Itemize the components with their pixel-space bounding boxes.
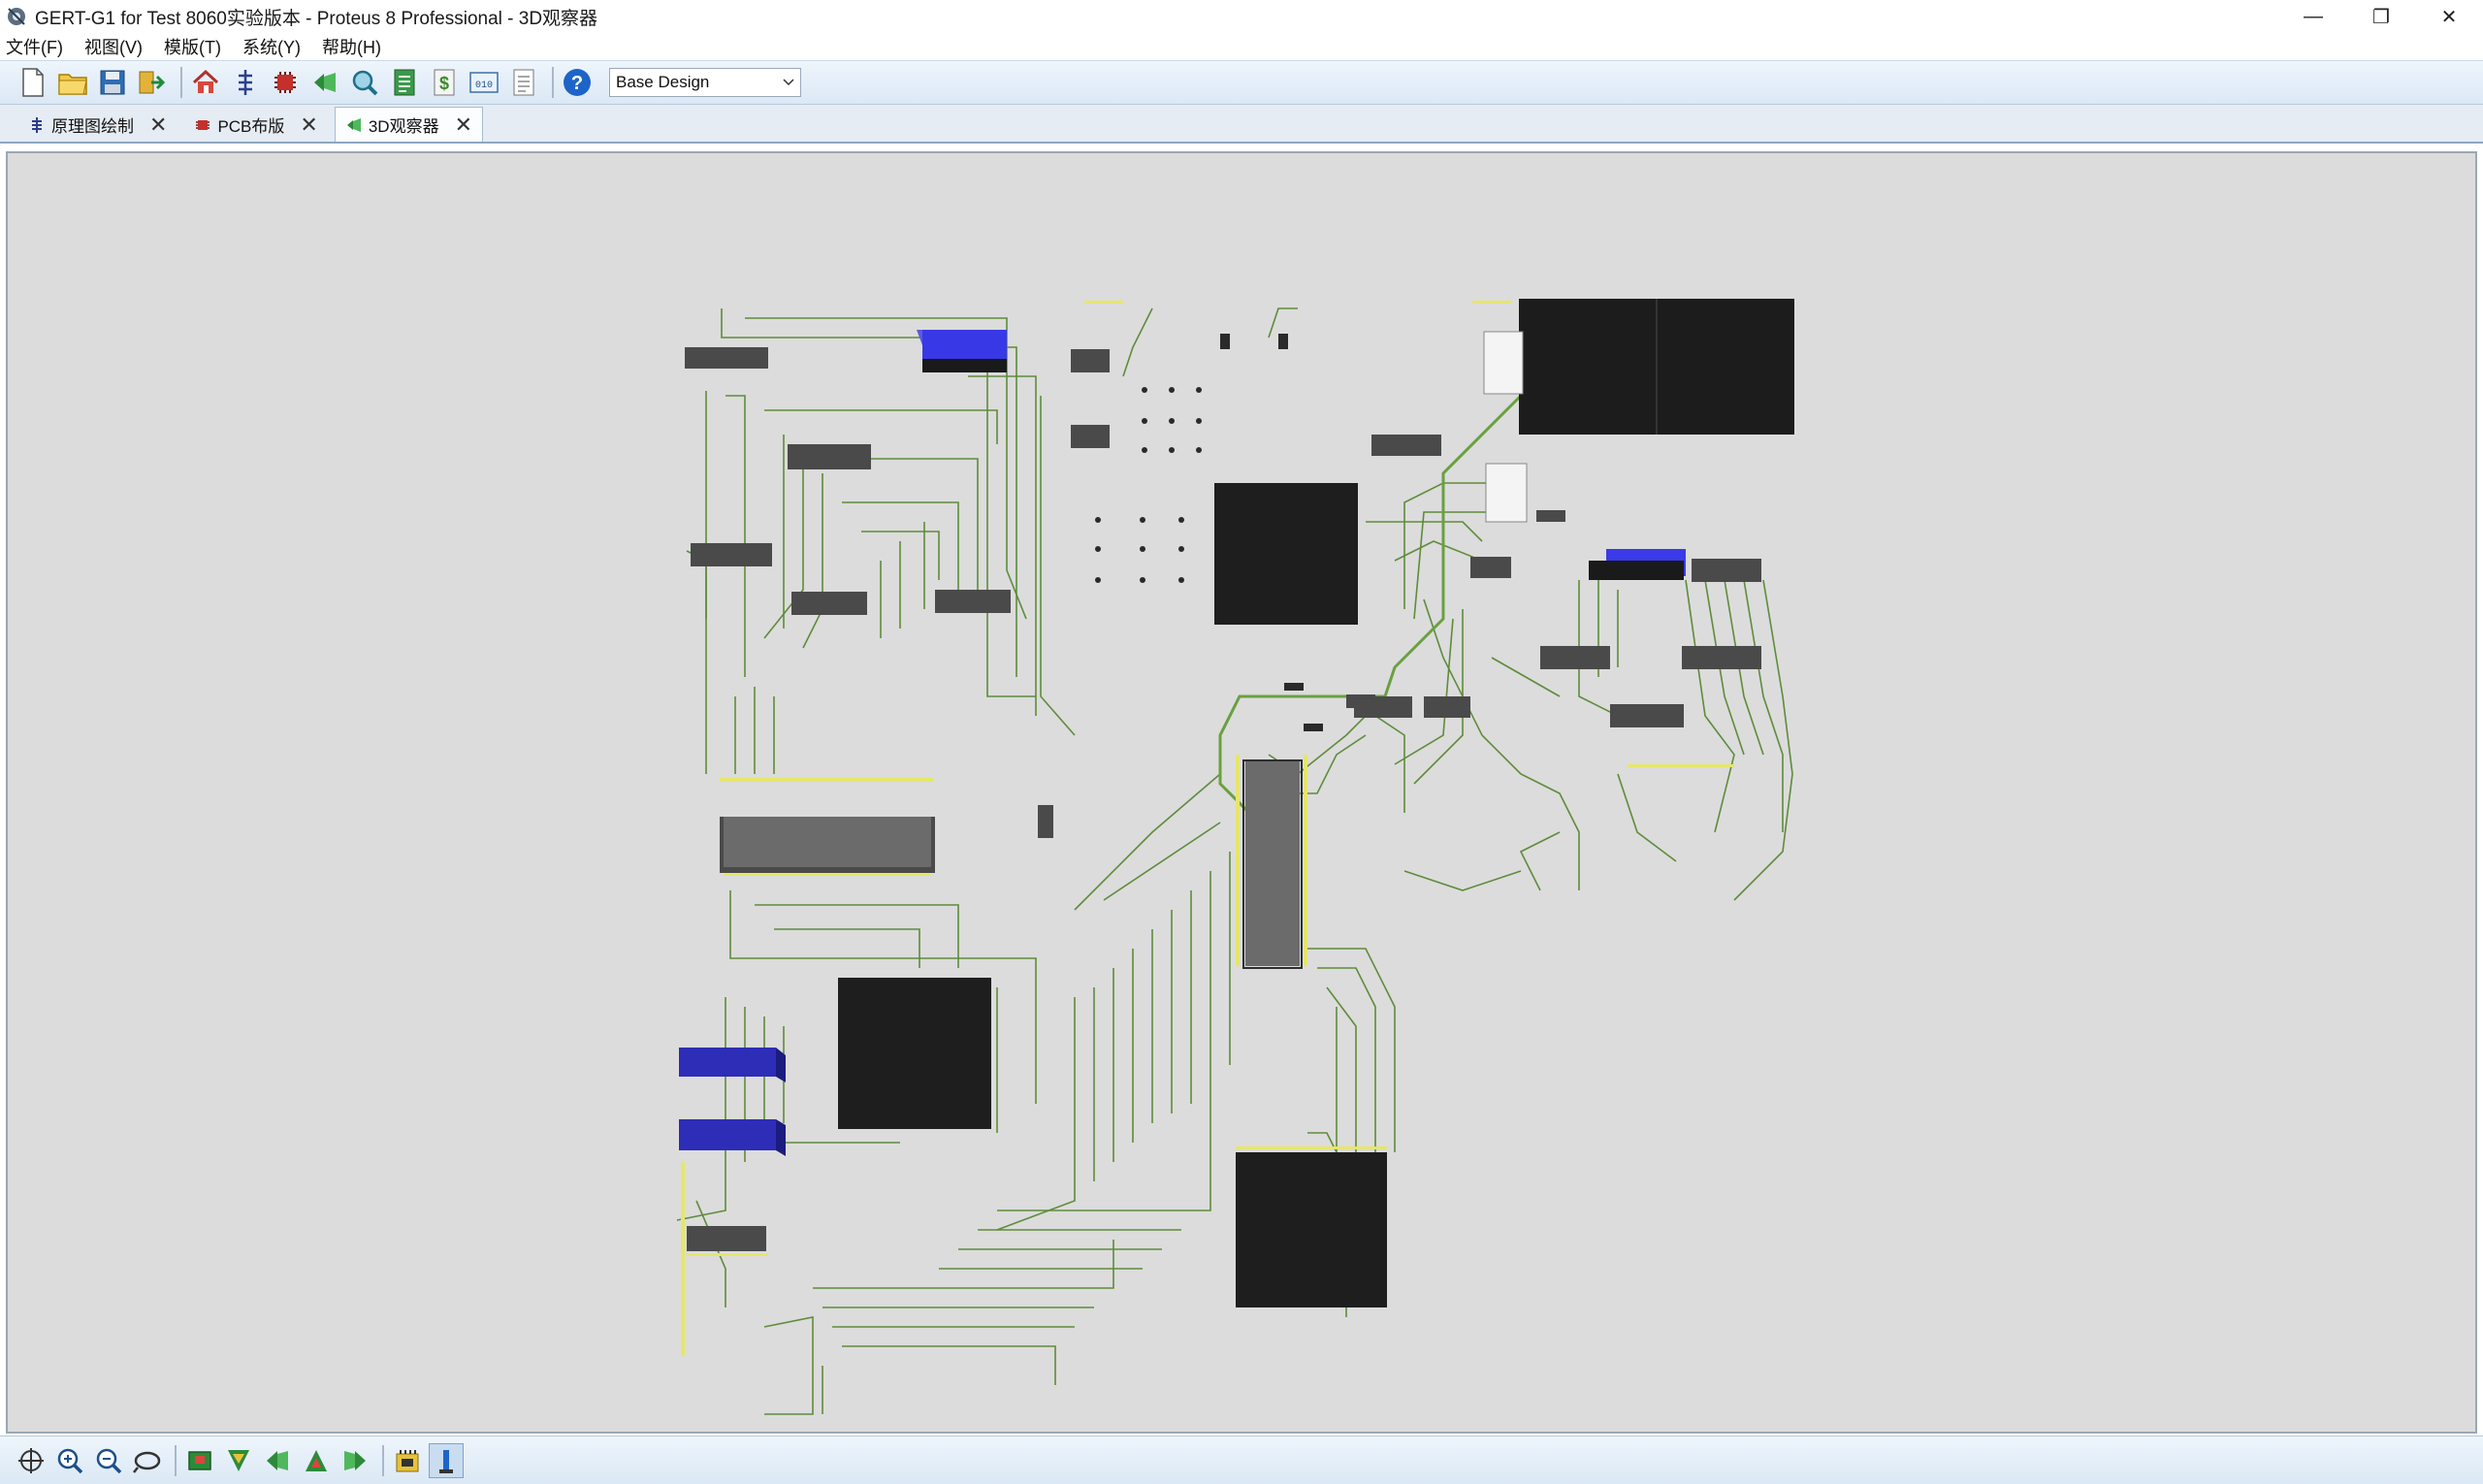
3d-viewer-icon xyxy=(346,117,361,132)
connector-blue-right xyxy=(1589,549,1686,580)
menu-template[interactable]: 模版(T) xyxy=(164,34,221,59)
menu-bar: 文件(F) 视图(V) 模版(T) 系统(Y) 帮助(H) xyxy=(0,33,2483,60)
help-icon[interactable]: ? xyxy=(560,65,595,100)
zoom-in-icon[interactable] xyxy=(52,1443,87,1478)
design-variant-value: Base Design xyxy=(616,73,710,91)
tab-label: PCB布版 xyxy=(217,117,285,136)
save-icon[interactable] xyxy=(95,65,130,100)
import-icon[interactable] xyxy=(135,65,170,100)
front-view-icon[interactable] xyxy=(221,1443,256,1478)
home-icon[interactable] xyxy=(188,65,223,100)
svg-text:$: $ xyxy=(439,74,449,93)
schematic-icon[interactable] xyxy=(228,65,263,100)
gerber-viewer-icon[interactable] xyxy=(347,65,382,100)
connector-blue-left-1 xyxy=(679,1048,786,1082)
vsm-studio-icon[interactable]: 010 xyxy=(467,65,501,100)
toggle-components-icon[interactable] xyxy=(390,1443,425,1478)
tab-label: 原理图绘制 xyxy=(51,117,134,136)
schematic-icon xyxy=(32,116,42,133)
pcb-icon xyxy=(196,119,210,130)
white-relay-1 xyxy=(1483,331,1524,395)
title-bar: GERT-G1 for Test 8060实验版本 - Proteus 8 Pr… xyxy=(0,0,2483,33)
svg-text:?: ? xyxy=(571,73,583,94)
notes-icon[interactable] xyxy=(506,65,541,100)
chip-qfp-center xyxy=(1214,483,1358,625)
lcd-module xyxy=(1519,299,1794,435)
right-view-icon[interactable] xyxy=(338,1443,372,1478)
main-toolbar: $ 010 ? Base Design xyxy=(0,60,2483,105)
menu-help[interactable]: 帮助(H) xyxy=(322,34,381,59)
cost-icon[interactable]: $ xyxy=(427,65,462,100)
close-icon[interactable]: ✕ xyxy=(149,113,167,138)
menu-view[interactable]: 视图(V) xyxy=(84,34,143,59)
pcb-icon[interactable] xyxy=(268,65,303,100)
white-relay-2 xyxy=(1485,463,1528,523)
3d-viewer-icon[interactable] xyxy=(307,65,342,100)
proteus-app-icon xyxy=(8,8,25,25)
document-tab-bar: 原理图绘制 ✕ PCB布版 ✕ 3D观察器 ✕ xyxy=(0,105,2483,144)
back-view-icon[interactable] xyxy=(299,1443,334,1478)
close-icon[interactable]: ✕ xyxy=(300,113,317,138)
pan-icon[interactable] xyxy=(14,1443,48,1478)
tab-3d-viewer[interactable]: 3D观察器 ✕ xyxy=(334,107,484,142)
maximize-button[interactable]: ❐ xyxy=(2347,0,2415,33)
menu-system[interactable]: 系统(Y) xyxy=(242,34,301,59)
tab-schematic[interactable]: 原理图绘制 ✕ xyxy=(17,107,177,142)
minimize-button[interactable]: — xyxy=(2279,0,2347,33)
chip-qfp-lower-left xyxy=(838,978,991,1129)
close-button[interactable]: ✕ xyxy=(2415,0,2483,33)
toolbar-separator xyxy=(552,67,554,98)
chevron-down-icon xyxy=(783,79,794,86)
tab-label: 3D观察器 xyxy=(368,117,439,136)
new-file-icon[interactable] xyxy=(16,65,50,100)
toolbar-separator xyxy=(180,67,182,98)
design-variant-select[interactable]: Base Design xyxy=(609,68,801,97)
connector-blue-top xyxy=(917,330,1007,372)
toolbar-separator xyxy=(175,1444,177,1476)
close-icon[interactable]: ✕ xyxy=(455,113,472,138)
view-toolbar xyxy=(0,1436,2483,1484)
window-title: GERT-G1 for Test 8060实验版本 - Proteus 8 Pr… xyxy=(35,8,598,29)
zoom-fit-icon[interactable] xyxy=(130,1443,165,1478)
menu-file[interactable]: 文件(F) xyxy=(6,34,63,59)
zoom-out-icon[interactable] xyxy=(91,1443,126,1478)
chip-qfp-bottom xyxy=(1236,1152,1387,1307)
svg-text:010: 010 xyxy=(475,81,493,91)
toggle-board-icon[interactable] xyxy=(429,1442,464,1478)
bom-icon[interactable] xyxy=(387,65,422,100)
pcb-3d-render xyxy=(676,299,1794,1415)
connector-blue-left-2 xyxy=(679,1119,786,1156)
via-dots xyxy=(1095,387,1202,583)
tab-pcb[interactable]: PCB布版 ✕ xyxy=(183,107,328,142)
dip-chip-tops xyxy=(724,760,1300,966)
left-view-icon[interactable] xyxy=(260,1443,295,1478)
3d-viewport[interactable] xyxy=(6,151,2477,1434)
top-view-icon[interactable] xyxy=(182,1443,217,1478)
open-folder-icon[interactable] xyxy=(55,65,90,100)
toolbar-separator xyxy=(382,1444,384,1476)
